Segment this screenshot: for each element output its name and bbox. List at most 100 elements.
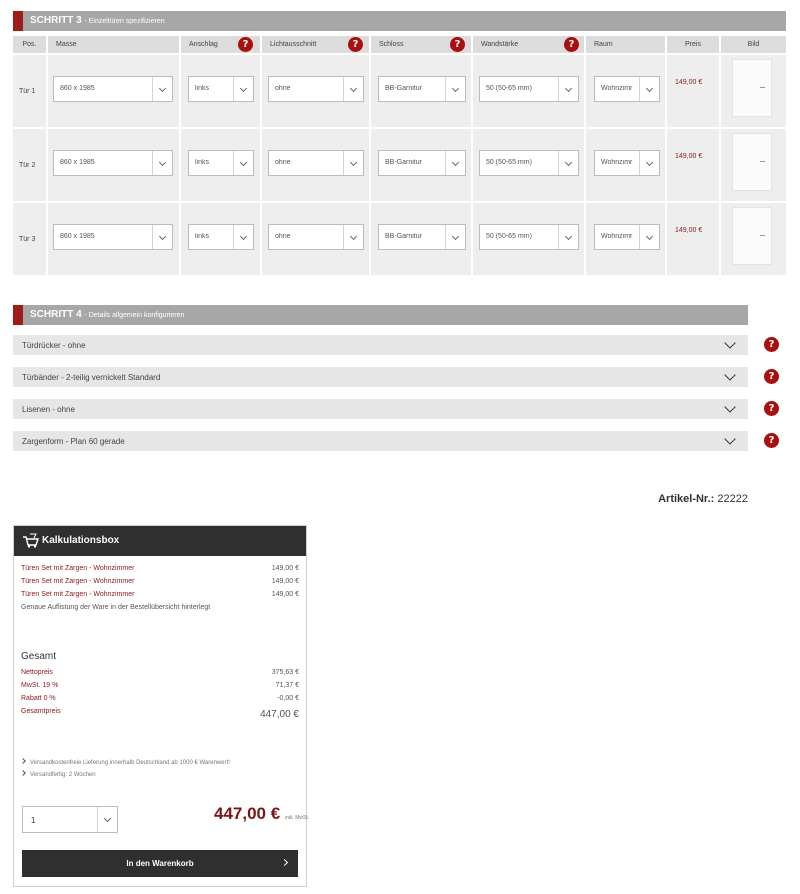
- anschlag-select[interactable]: links: [188, 224, 254, 250]
- help-icon[interactable]: ?: [764, 369, 779, 384]
- cart-icon: [23, 533, 39, 548]
- anschlag-value: links: [195, 159, 210, 166]
- delivery-info-text: Versandfertig: 2 Wochen: [30, 772, 96, 778]
- col-head-wand-label: Wandstärke: [481, 41, 519, 48]
- accordion-lisenen[interactable]: Lisenen - ohne: [13, 399, 748, 419]
- accordion-tuerbaender[interactable]: Türbänder - 2-teilig vernickelt Standard: [13, 367, 748, 387]
- row-position: Tür 3: [19, 236, 36, 243]
- masse-select[interactable]: 860 x 1985: [53, 224, 173, 250]
- help-icon[interactable]: ?: [238, 37, 253, 52]
- shipping-info: Versandkostenfreie Lieferung innerhalb D…: [20, 758, 230, 766]
- help-icon[interactable]: ?: [764, 433, 779, 448]
- anschlag-select[interactable]: links: [188, 150, 254, 176]
- calculation-box-title: Kalkulationsbox: [42, 535, 120, 546]
- anschlag-select[interactable]: links: [188, 76, 254, 102]
- article-number-value: 22222: [717, 493, 748, 505]
- article-number-label: Artikel-Nr.:: [658, 493, 715, 505]
- accordion-label: Lisenen - ohne: [22, 405, 75, 414]
- quantity-select[interactable]: 1: [22, 806, 118, 833]
- row-price: 149,00 €: [675, 153, 703, 160]
- raum-select[interactable]: Wohnzimr: [594, 76, 660, 102]
- calculation-box-header: Kalkulationsbox: [14, 526, 306, 556]
- licht-select[interactable]: ohne: [268, 76, 364, 102]
- schloss-value: BB-Garnitur: [385, 159, 422, 166]
- raum-value: Wohnzimr: [601, 233, 633, 240]
- step3-header: SCHRITT 3 - Einzeltüren spezifizieren: [13, 11, 786, 31]
- wand-value: 50 (50-65 mm): [486, 85, 532, 92]
- shipping-info-text: Versandkostenfreie Lieferung innerhalb D…: [30, 760, 230, 766]
- row-position: Tür 2: [19, 162, 36, 169]
- summary-total: 447,00 €: [260, 709, 299, 720]
- schloss-value: BB-Garnitur: [385, 85, 422, 92]
- calculation-box: Kalkulationsbox Türen Set mit Zargen - W…: [13, 525, 309, 887]
- help-icon[interactable]: ?: [564, 37, 579, 52]
- schloss-select[interactable]: BB-Garnitur: [378, 224, 466, 250]
- accordion-label: Türbänder - 2-teilig vernickelt Standard: [22, 373, 161, 382]
- schloss-select[interactable]: BB-Garnitur: [378, 150, 466, 176]
- summary-label: Nettopreis: [21, 669, 53, 676]
- chevron-down-icon: [558, 225, 578, 249]
- chevron-down-icon: [724, 369, 736, 381]
- summary-value: 71,37 €: [275, 682, 299, 689]
- licht-value: ohne: [275, 159, 291, 166]
- table-row-cell: [667, 129, 719, 201]
- masse-value: 860 x 1985: [60, 233, 95, 240]
- wand-select[interactable]: 50 (50-65 mm): [479, 76, 579, 102]
- anschlag-value: links: [195, 85, 210, 92]
- row-price: 149,00 €: [675, 79, 703, 86]
- step4-title: SCHRITT 4 - Details allgemein konfigurie…: [30, 309, 184, 320]
- chevron-down-icon: [724, 337, 736, 349]
- chevron-down-icon: [724, 433, 736, 445]
- step4-subtitle: - Details allgemein konfigurieren: [84, 312, 185, 319]
- col-head-anschlag-label: Anschlag: [189, 41, 218, 48]
- chevron-down-icon: [343, 225, 363, 249]
- step3-subtitle: - Einzeltüren spezifizieren: [84, 18, 165, 25]
- step4-header: SCHRITT 4 - Details allgemein konfigurie…: [13, 305, 748, 325]
- chevron-down-icon: [97, 807, 117, 832]
- col-head-licht-label: Lichtausschnitt: [270, 41, 317, 48]
- chevron-down-icon: [152, 225, 172, 249]
- raum-select[interactable]: Wohnzimr: [594, 224, 660, 250]
- chevron-down-icon: [233, 77, 253, 101]
- help-icon[interactable]: ?: [450, 37, 465, 52]
- gesamt-title: Gesamt: [21, 651, 57, 662]
- chevron-down-icon: [445, 151, 465, 175]
- wand-value: 50 (50-65 mm): [486, 233, 532, 240]
- article-number: Artikel-Nr.: 22222: [658, 493, 748, 505]
- item-price: 149,00 €: [271, 565, 299, 572]
- delivery-info: Versandfertig: 2 Wochen: [20, 770, 96, 778]
- raum-select[interactable]: Wohnzimr: [594, 150, 660, 176]
- door-handle-shape: [760, 87, 765, 88]
- accordion-zargenform[interactable]: Zargenform - Plan 60 gerade: [13, 431, 748, 451]
- summary-value: -0,00 €: [277, 695, 299, 702]
- help-icon[interactable]: ?: [764, 401, 779, 416]
- add-to-cart-label: In den Warenkorb: [126, 859, 194, 868]
- licht-value: ohne: [275, 233, 291, 240]
- masse-select[interactable]: 860 x 1985: [53, 150, 173, 176]
- schloss-select[interactable]: BB-Garnitur: [378, 76, 466, 102]
- licht-select[interactable]: ohne: [268, 224, 364, 250]
- summary-label: Gesamtpreis: [21, 708, 61, 715]
- items-note: Genaue Auflistung der Ware in der Bestel…: [21, 604, 211, 611]
- wand-select[interactable]: 50 (50-65 mm): [479, 150, 579, 176]
- step3-accent-bar: [13, 11, 23, 31]
- col-head-bild: Bild: [721, 36, 786, 53]
- summary-label: MwSt. 19 %: [21, 682, 59, 689]
- licht-select[interactable]: ohne: [268, 150, 364, 176]
- help-icon[interactable]: ?: [348, 37, 363, 52]
- chevron-down-icon: [445, 225, 465, 249]
- door-image: [732, 59, 772, 117]
- chevron-down-icon: [152, 77, 172, 101]
- masse-select[interactable]: 860 x 1985: [53, 76, 173, 102]
- door-handle-shape: [760, 235, 765, 236]
- accordion-tuerdruecker[interactable]: Türdrücker - ohne: [13, 335, 748, 355]
- help-icon[interactable]: ?: [764, 337, 779, 352]
- wand-value: 50 (50-65 mm): [486, 159, 532, 166]
- wand-select[interactable]: 50 (50-65 mm): [479, 224, 579, 250]
- item-price: 149,00 €: [271, 578, 299, 585]
- summary-value: 375,63 €: [271, 669, 299, 676]
- add-to-cart-button[interactable]: In den Warenkorb: [22, 850, 298, 877]
- col-head-schloss-label: Schloss: [379, 41, 404, 48]
- col-head-raum: Raum: [586, 36, 665, 53]
- door-handle-shape: [760, 161, 765, 162]
